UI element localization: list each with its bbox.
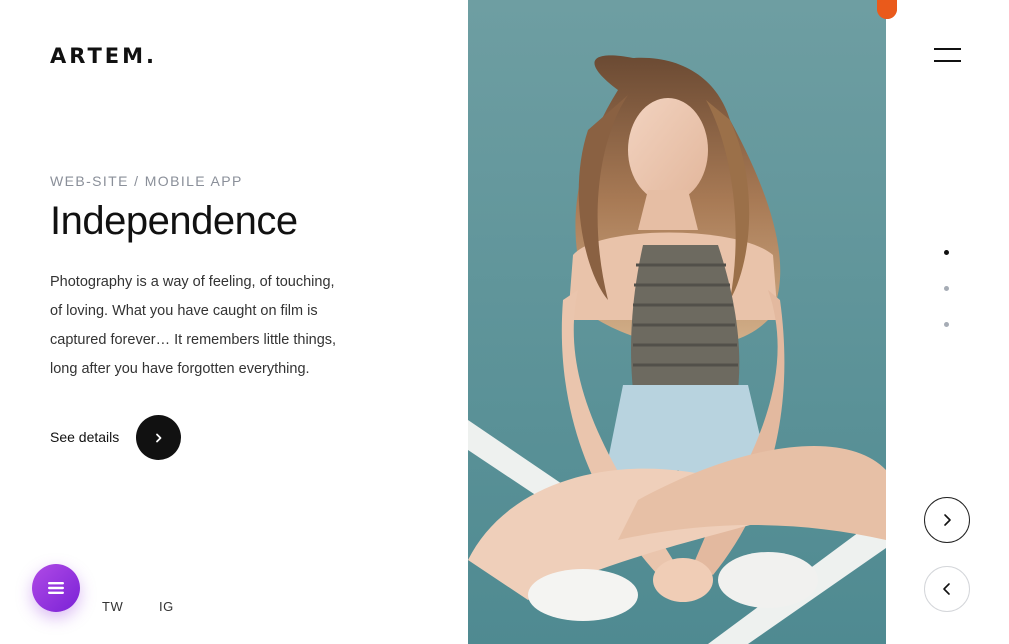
project-photo	[468, 0, 886, 644]
menu-button[interactable]	[934, 48, 961, 64]
see-details-button[interactable]	[136, 415, 181, 460]
pagination-dot-1[interactable]	[944, 250, 949, 255]
pagination-dot-3[interactable]	[944, 322, 949, 327]
social-link-instagram[interactable]: IG	[159, 599, 174, 614]
floating-menu-button[interactable]	[32, 564, 80, 612]
project-title: Independence	[50, 199, 298, 243]
chevron-right-icon	[944, 514, 951, 526]
project-category: WEB-SITE / MOBILE APP	[50, 173, 243, 189]
pagination-dot-2[interactable]	[944, 286, 949, 291]
hamburger-icon	[934, 48, 961, 50]
hamburger-icon-line	[934, 60, 961, 62]
accent-dot	[877, 0, 897, 19]
see-details-link[interactable]: See details	[50, 429, 119, 445]
logo[interactable]: ARTEM.	[50, 44, 157, 68]
project-description: Photography is a way of feeling, of touc…	[50, 274, 337, 377]
social-link-twitter[interactable]: TW	[102, 599, 123, 614]
model-photo-image	[468, 0, 886, 644]
menu-lines-icon	[48, 582, 64, 594]
chevron-left-icon	[943, 583, 950, 595]
prev-slide-button[interactable]	[924, 566, 970, 612]
chevron-right-icon	[155, 433, 161, 442]
portfolio-slide: ARTEM. WEB-SITE / MOBILE APP Independenc…	[0, 0, 1009, 644]
next-slide-button[interactable]	[924, 497, 970, 543]
